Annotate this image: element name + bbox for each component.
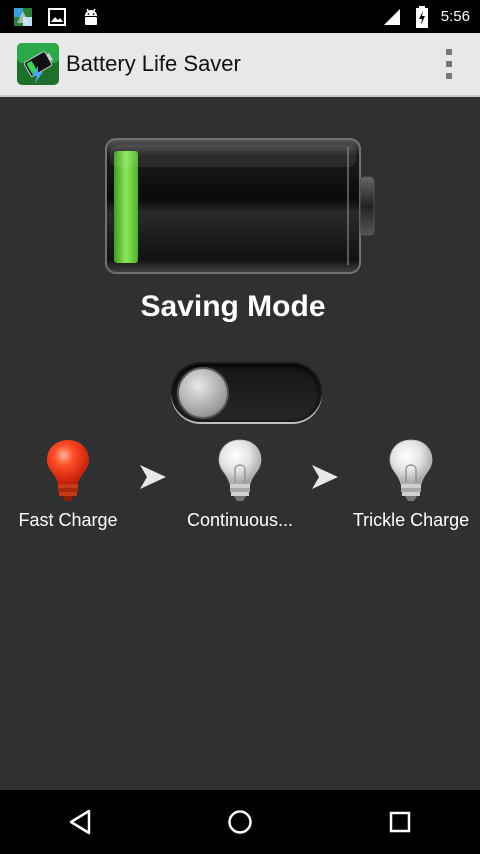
- navigation-bar: [0, 790, 480, 854]
- signal-icon: [381, 6, 403, 28]
- android-icon: [80, 6, 102, 28]
- home-icon[interactable]: [220, 802, 260, 842]
- stage-label: Fast Charge: [18, 510, 118, 530]
- battery-charging-icon: [411, 5, 433, 28]
- status-bar: 5:56: [0, 0, 480, 33]
- battery-fill: [114, 151, 138, 263]
- app-title: Battery Life Saver: [66, 51, 241, 76]
- status-time: 5:56: [440, 8, 470, 25]
- lightbulb-off-icon: [389, 439, 433, 501]
- arrow-right-icon: [140, 465, 166, 489]
- stage-label: Trickle Charge: [352, 510, 470, 530]
- recents-icon[interactable]: [380, 802, 420, 842]
- toggle-knob[interactable]: [177, 367, 229, 419]
- battery-level-indicator: [104, 137, 380, 275]
- action-bar: Battery Life Saver: [0, 33, 480, 97]
- arrow-right-icon: [312, 465, 338, 489]
- mode-title: Saving Mode: [140, 290, 326, 323]
- lightbulb-off-icon: [218, 439, 262, 501]
- overflow-menu-icon[interactable]: [444, 49, 454, 79]
- image-icon: [46, 6, 68, 28]
- status-left-icons: [12, 6, 102, 28]
- lightbulb-red-icon: [47, 440, 89, 501]
- stage-trickle-charge: Trickle Charge: [346, 438, 476, 531]
- stage-continuous: Continuous...: [172, 438, 308, 531]
- status-right-icons: 5:56: [381, 5, 470, 28]
- battery-app-icon: [16, 42, 60, 86]
- back-icon[interactable]: [60, 802, 100, 842]
- stage-label: Continuous...: [186, 510, 294, 530]
- app-thumbnail-icon: [12, 6, 34, 28]
- stage-fast-charge: Fast Charge: [8, 438, 128, 531]
- saving-mode-toggle[interactable]: [171, 362, 322, 422]
